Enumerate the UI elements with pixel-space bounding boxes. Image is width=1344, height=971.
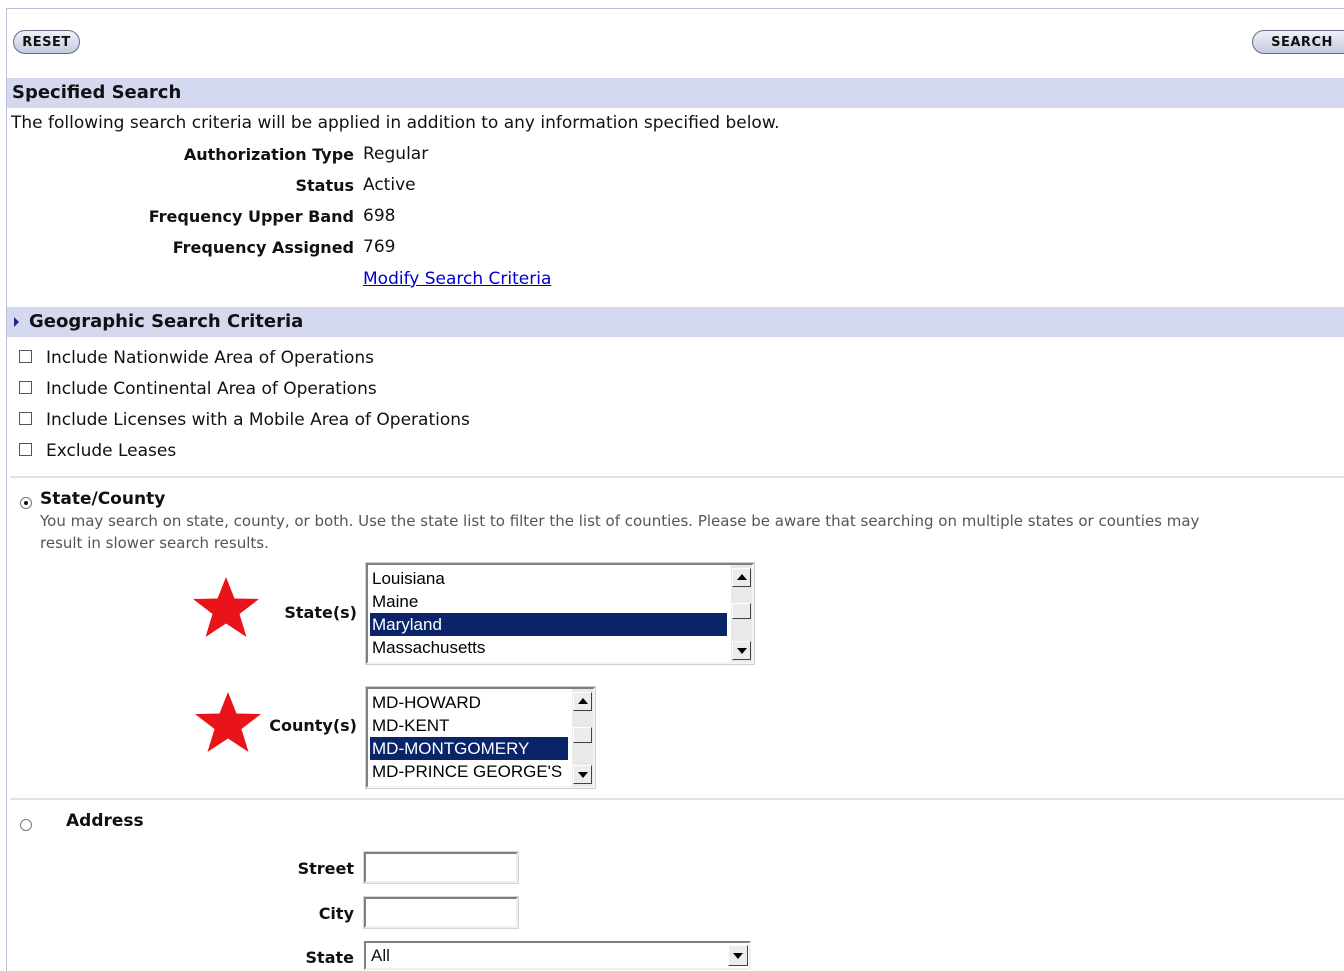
- county-option[interactable]: MD-KENT: [372, 714, 449, 737]
- continental-label: Include Continental Area of Operations: [46, 379, 377, 399]
- freq-upper-label: Frequency Upper Band: [148, 207, 354, 226]
- expand-triangle-icon: [14, 317, 19, 327]
- nationwide-label: Include Nationwide Area of Operations: [46, 348, 375, 368]
- mobile-area-checkbox[interactable]: [19, 412, 32, 425]
- arrow-down-icon: [737, 648, 747, 654]
- specified-search-title: Specified Search: [12, 82, 182, 103]
- continental-checkbox[interactable]: [19, 381, 32, 394]
- red-star-icon: [195, 692, 261, 752]
- divider: [10, 798, 1344, 800]
- scroll-down-button[interactable]: [573, 765, 592, 784]
- state-county-label: State/County: [40, 489, 166, 509]
- freq-assigned-value: 769: [363, 237, 396, 257]
- address-state-label: State: [305, 948, 354, 967]
- scroll-thumb[interactable]: [573, 727, 592, 743]
- states-label: State(s): [284, 603, 357, 622]
- city-label: City: [318, 904, 354, 923]
- scroll-down-button[interactable]: [732, 641, 751, 660]
- mobile-area-label: Include Licenses with a Mobile Area of O…: [46, 410, 470, 430]
- state-option[interactable]: Massachusetts: [372, 636, 485, 659]
- address-label: Address: [66, 811, 144, 831]
- auth-type-value: Regular: [363, 144, 429, 164]
- geo-criteria-title: Geographic Search Criteria: [29, 311, 304, 332]
- state-option-selected[interactable]: Maryland: [370, 613, 727, 636]
- counties-listbox[interactable]: MD-HOWARD MD-KENT MD-MONTGOMERY MD-PRINC…: [365, 686, 596, 789]
- scroll-up-button[interactable]: [573, 692, 592, 711]
- states-scrollbar[interactable]: [731, 565, 752, 662]
- street-input[interactable]: [363, 851, 519, 884]
- states-listbox[interactable]: Louisiana Maine Maryland Massachusetts: [365, 562, 755, 665]
- status-label: Status: [295, 176, 354, 195]
- state-county-help: You may search on state, county, or both…: [40, 512, 1200, 530]
- state-county-radio[interactable]: [20, 497, 32, 509]
- dropdown-button[interactable]: [728, 945, 748, 966]
- county-option[interactable]: MD-HOWARD: [372, 691, 481, 714]
- divider: [10, 476, 1344, 478]
- exclude-leases-label: Exclude Leases: [46, 441, 177, 461]
- scroll-up-button[interactable]: [732, 568, 751, 587]
- freq-assigned-label: Frequency Assigned: [172, 238, 354, 257]
- state-county-help-2: result in slower search results.: [40, 534, 269, 552]
- chevron-down-icon: [733, 953, 743, 959]
- arrow-up-icon: [578, 698, 588, 704]
- state-option[interactable]: Louisiana: [372, 567, 445, 590]
- specified-search-header: Specified Search: [7, 78, 1344, 108]
- county-option[interactable]: MD-PRINCE GEORGE'S: [372, 760, 562, 783]
- modify-search-link-text[interactable]: Modify Search Criteria: [363, 269, 551, 289]
- arrow-up-icon: [737, 574, 747, 580]
- counties-scrollbar[interactable]: [572, 689, 593, 786]
- street-label: Street: [297, 859, 354, 878]
- address-state-value: All: [371, 946, 390, 965]
- arrow-down-icon: [578, 772, 588, 778]
- freq-upper-value: 698: [363, 206, 396, 226]
- modify-search-link[interactable]: Modify Search Criteria: [363, 269, 551, 289]
- search-button[interactable]: SEARCH: [1252, 30, 1344, 54]
- address-state-select[interactable]: All: [364, 941, 751, 970]
- red-star-icon: [193, 577, 259, 637]
- geo-criteria-header[interactable]: Geographic Search Criteria: [7, 307, 1344, 337]
- scroll-thumb[interactable]: [732, 603, 751, 619]
- status-value: Active: [363, 175, 416, 195]
- counties-label: County(s): [269, 716, 357, 735]
- specified-intro: The following search criteria will be ap…: [11, 113, 780, 133]
- county-option-selected[interactable]: MD-MONTGOMERY: [370, 737, 568, 760]
- auth-type-label: Authorization Type: [183, 145, 354, 164]
- reset-button[interactable]: RESET: [13, 30, 80, 54]
- nationwide-checkbox[interactable]: [19, 350, 32, 363]
- address-radio[interactable]: [20, 819, 32, 831]
- exclude-leases-checkbox[interactable]: [19, 443, 32, 456]
- city-input[interactable]: [363, 896, 519, 929]
- state-option[interactable]: Maine: [372, 590, 418, 613]
